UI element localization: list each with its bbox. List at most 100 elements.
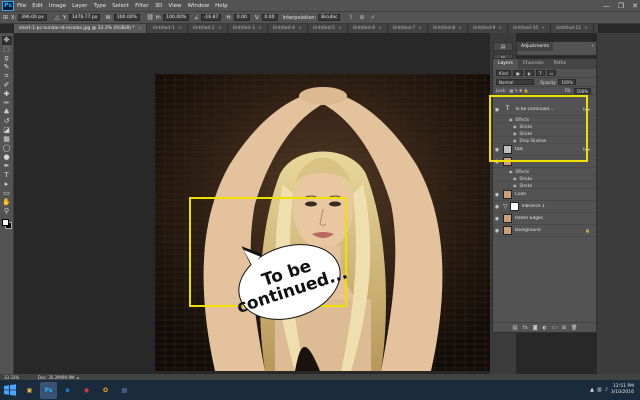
menu-type[interactable]: Type — [90, 3, 109, 9]
document-tab[interactable]: Untitled-5 × — [307, 24, 348, 33]
delta-icon[interactable]: △ — [54, 14, 61, 21]
angle-field[interactable]: -16.87 — [200, 14, 222, 21]
menu-layer[interactable]: Layer — [69, 3, 90, 9]
x-field[interactable]: 396.00 px — [18, 14, 47, 21]
blend-mode-select[interactable]: Normal — [496, 79, 534, 85]
tab-close-icon[interactable]: × — [498, 26, 502, 31]
clock[interactable]: 12:51 PM 3/10/2016 — [611, 384, 634, 396]
y-field[interactable]: 1476.77 px — [68, 14, 101, 21]
menu-window[interactable]: Window — [184, 3, 212, 9]
hand-tool-icon[interactable]: ✋ — [2, 198, 12, 207]
v-skew-field[interactable]: 0.00 — [261, 14, 278, 21]
document-tab[interactable]: Untitled-4 × — [267, 24, 308, 33]
zoom-level[interactable]: 33.33% — [4, 375, 26, 380]
foreground-color-swatch[interactable] — [1, 219, 9, 226]
tab-close-icon[interactable]: × — [584, 26, 588, 31]
fill-field[interactable]: 100% — [573, 87, 591, 94]
link-icon[interactable]: ⛓ — [147, 14, 155, 21]
document-tab[interactable]: Untitled-11 × — [551, 24, 595, 33]
effect-visibility-icon[interactable]: ◉ — [509, 169, 513, 174]
interpolation-select[interactable]: Bicubic — [318, 14, 341, 21]
tab-close-icon[interactable]: × — [258, 26, 262, 31]
effect-visibility-icon[interactable]: ◉ — [513, 176, 517, 181]
height-field[interactable]: 100.00% — [163, 14, 190, 21]
outlook-icon[interactable]: O — [97, 382, 114, 399]
minimize-icon[interactable]: — — [603, 2, 610, 10]
menu-filter[interactable]: Filter — [132, 3, 152, 9]
document-tab[interactable]: Untitled-3 × — [227, 24, 268, 33]
lock-icons[interactable]: ▦ ✎ ✥ 🔒 — [509, 88, 528, 93]
canvas-area[interactable]: To be continued... — [14, 33, 491, 374]
tab-close-icon[interactable]: × — [178, 26, 182, 31]
file-explorer-icon[interactable]: ▣ — [21, 382, 38, 399]
gradient-tool-icon[interactable]: ▦ — [2, 135, 12, 144]
effects-row[interactable]: ◉ Effects — [493, 168, 596, 175]
tab-close-icon[interactable]: × — [418, 26, 422, 31]
tab-close-icon[interactable]: × — [298, 26, 302, 31]
folder-icon[interactable]: ▭ — [552, 325, 557, 331]
menu-edit[interactable]: Edit — [29, 3, 46, 9]
visibility-eye-icon[interactable]: ◉ — [493, 216, 501, 222]
color-swatches[interactable] — [1, 218, 13, 230]
tab-close-icon[interactable]: × — [338, 26, 342, 31]
menu-file[interactable]: File — [14, 3, 29, 9]
filter-shape-icon[interactable]: ▭ — [546, 70, 557, 76]
layer-row[interactable]: ◉ ▽ Vibrance 1 — [493, 201, 596, 213]
effect-row[interactable]: ◉ Stroke — [493, 175, 596, 182]
menu-select[interactable]: Select — [109, 3, 132, 9]
volume-icon[interactable]: ♪ — [605, 387, 608, 393]
tab-close-icon[interactable]: × — [458, 26, 462, 31]
adjustments-tab[interactable]: Adjustments — [517, 42, 554, 51]
reference-point-icon[interactable]: ⊞ — [2, 14, 9, 21]
marquee-tool-icon[interactable]: ⬚ — [2, 45, 12, 54]
tab-layers[interactable]: Layers — [493, 59, 518, 69]
menu-help[interactable]: Help — [212, 3, 231, 9]
link-icon[interactable]: ⛓ — [512, 325, 518, 331]
chrome-icon[interactable]: ◉ — [78, 382, 95, 399]
tab-channels[interactable]: Channels — [518, 59, 549, 69]
type-tool-icon[interactable]: T — [2, 171, 12, 180]
new-layer-icon[interactable]: ⊞ — [562, 325, 566, 331]
menu-view[interactable]: View — [165, 3, 184, 9]
clone-stamp-tool-icon[interactable]: ♣ — [2, 108, 12, 117]
tab-paths[interactable]: Paths — [549, 59, 571, 69]
eyedropper-tool-icon[interactable]: ✐ — [2, 81, 12, 90]
trash-icon[interactable]: 🗑 — [571, 325, 577, 331]
layer-row[interactable]: ◉ Background 🔒 — [493, 225, 596, 237]
tab-close-icon[interactable]: × — [541, 26, 545, 31]
filter-adjust-icon[interactable]: ◐ — [524, 70, 535, 76]
blur-tool-icon[interactable]: ◯ — [2, 144, 12, 153]
layer-row[interactable]: ◉ Color — [493, 189, 596, 201]
tab-close-icon[interactable]: × — [218, 26, 222, 31]
document-tab[interactable]: Untitled-8 × — [427, 24, 469, 33]
document-tab[interactable]: Untitled-7 × — [387, 24, 428, 33]
tab-close-icon[interactable]: × — [378, 26, 382, 31]
dodge-tool-icon[interactable]: ● — [2, 153, 12, 162]
filter-type-icon[interactable]: T — [536, 70, 545, 76]
history-brush-tool-icon[interactable]: ↺ — [2, 117, 12, 126]
menu-image[interactable]: Image — [46, 3, 69, 9]
path-select-tool-icon[interactable]: ▸ — [2, 180, 12, 189]
mask-icon[interactable]: ◙ — [533, 325, 538, 331]
tab-close-icon[interactable]: × — [138, 26, 142, 31]
internet-explorer-icon[interactable]: e — [59, 382, 76, 399]
network-icon[interactable]: ▥ — [597, 387, 602, 393]
menu-3d[interactable]: 3D — [152, 3, 166, 9]
collapsed-panel-button[interactable]: ▤ — [493, 42, 513, 51]
collapse-icon[interactable]: « — [592, 43, 594, 48]
lasso-tool-icon[interactable]: ϙ — [2, 54, 12, 63]
zoom-tool-icon[interactable]: ⚲ — [2, 207, 12, 216]
document-tab[interactable]: short-1-pc-sundar-st-nicolas.jpg @ 33.3%… — [14, 24, 148, 33]
warp-icon[interactable]: ⌇ — [347, 14, 354, 21]
cancel-transform-icon[interactable]: ⊘ — [358, 14, 365, 21]
visibility-eye-icon[interactable]: ◉ — [493, 228, 501, 234]
tray-arrow-icon[interactable]: ▲ — [590, 387, 594, 393]
effect-row[interactable]: ◉ Stroke — [493, 182, 596, 189]
adjustment-icon[interactable]: ◐ — [543, 325, 547, 331]
visibility-eye-icon[interactable]: ◉ — [493, 204, 501, 210]
shape-tool-icon[interactable]: ▭ — [2, 189, 12, 198]
filter-pixel-icon[interactable]: ▣ — [512, 70, 523, 76]
fx-icon[interactable]: fx — [523, 325, 528, 331]
close-icon[interactable]: ✕ — [632, 2, 638, 10]
opacity-field[interactable]: 100% — [558, 79, 576, 85]
